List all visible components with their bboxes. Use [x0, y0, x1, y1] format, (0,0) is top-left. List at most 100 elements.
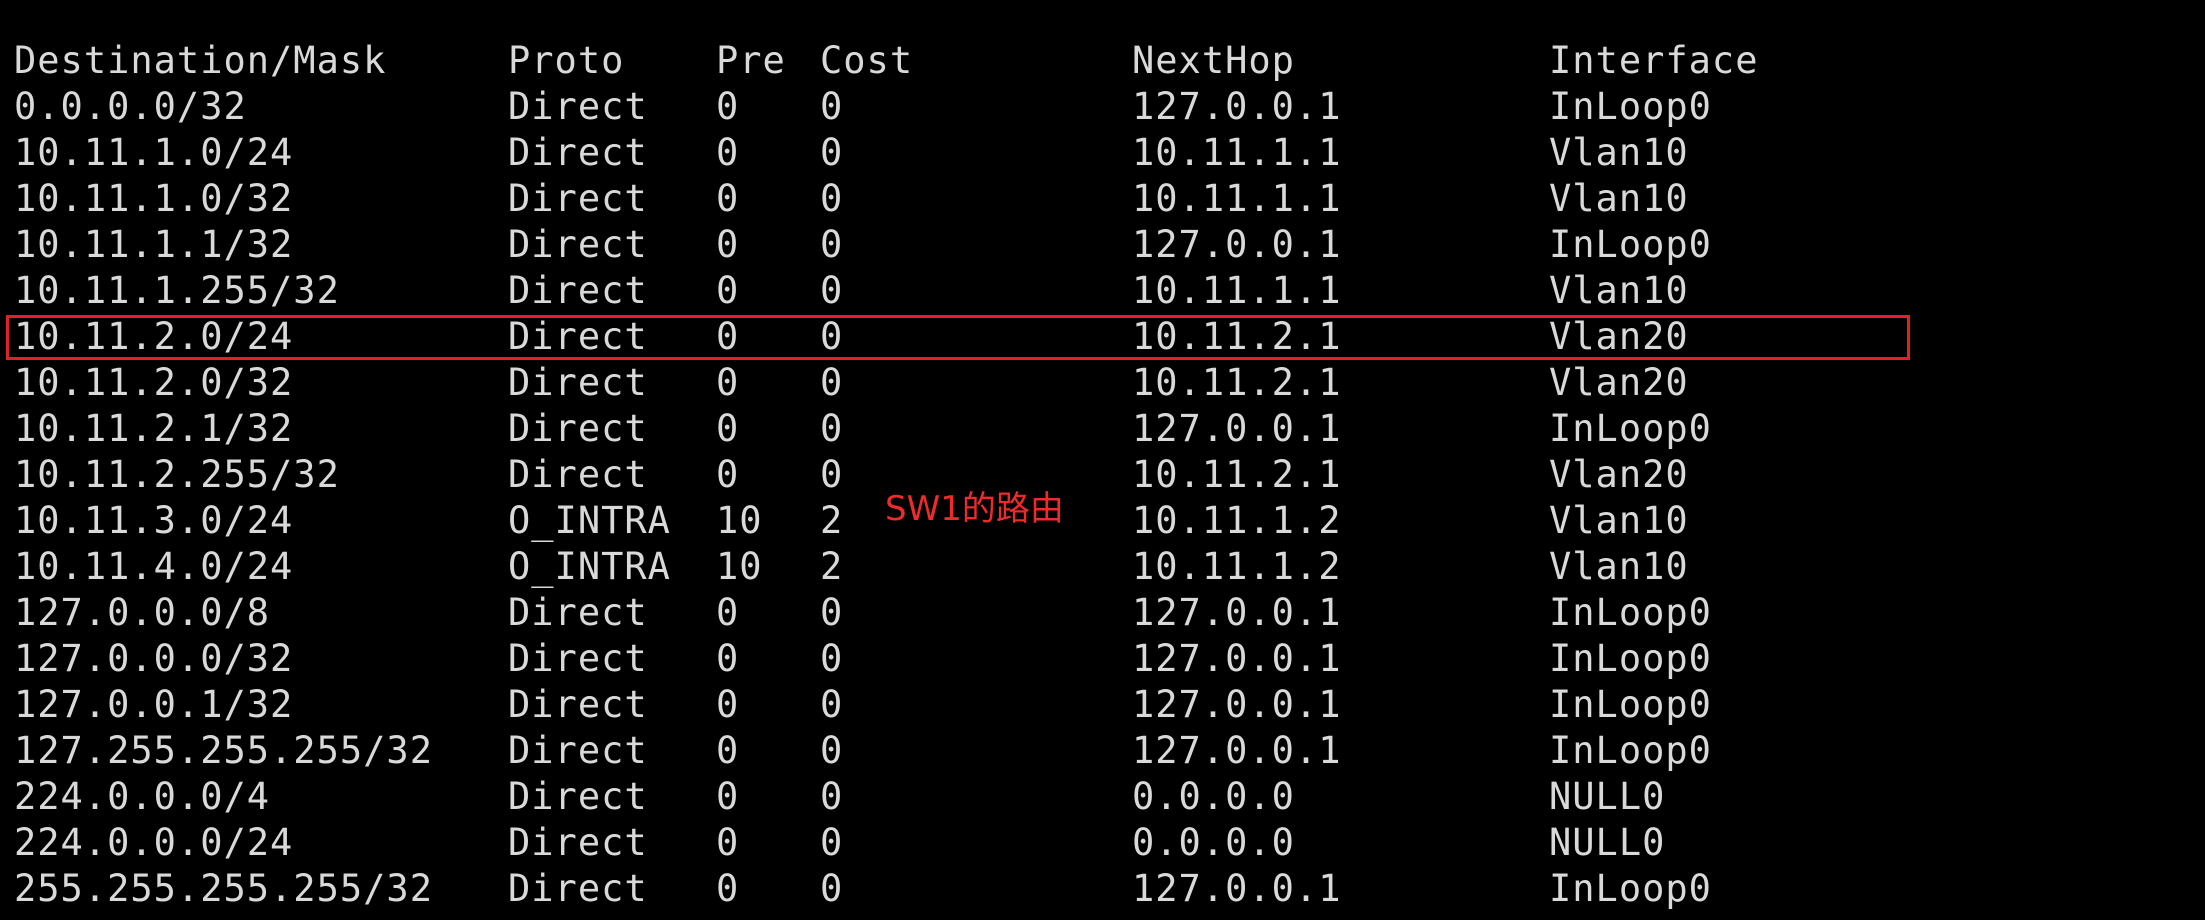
route-interface: Vlan20	[1549, 361, 1689, 404]
route-cost: 0	[820, 867, 844, 910]
route-proto: Direct	[508, 591, 648, 634]
header-nexthop: NextHop	[1132, 39, 1295, 82]
route-interface: InLoop0	[1549, 867, 1712, 910]
route-destination: 10.11.1.255/32	[14, 269, 340, 312]
route-nexthop: 127.0.0.1	[1132, 591, 1342, 634]
route-cost: 0	[820, 131, 844, 174]
route-row: 10.11.1.0/32 Direct 0 0 10.11.1.1 Vlan10	[14, 176, 1688, 222]
route-proto: Direct	[508, 729, 648, 772]
route-cost: 0	[820, 177, 844, 220]
terminal-window: Destination/Mask Proto Pre Cost NextHop …	[0, 0, 2205, 920]
route-nexthop: 10.11.1.2	[1132, 545, 1342, 588]
header-pre: Pre	[716, 39, 786, 82]
route-proto: Direct	[508, 867, 648, 910]
route-cost: 0	[820, 683, 844, 726]
route-interface: Vlan10	[1549, 131, 1689, 174]
route-cost: 0	[820, 85, 844, 128]
route-row: 224.0.0.0/24 Direct 0 0 0.0.0.0 NULL0	[14, 820, 1664, 866]
route-destination: 10.11.1.1/32	[14, 223, 294, 266]
route-pre: 0	[716, 821, 740, 864]
route-cost: 0	[820, 775, 844, 818]
highlight-box	[6, 315, 1910, 360]
header-proto: Proto	[508, 39, 625, 82]
route-row: 255.255.255.255/32 Direct 0 0 127.0.0.1 InLoo…	[14, 866, 1711, 912]
route-proto: Direct	[508, 177, 648, 220]
route-nexthop: 10.11.2.1	[1132, 453, 1342, 496]
route-destination: 127.255.255.255/32	[14, 729, 433, 772]
route-row: 10.11.2.255/32 Direct 0 0 10.11.2.1 Vlan20	[14, 452, 1688, 498]
route-interface: InLoop0	[1549, 683, 1712, 726]
route-destination: 10.11.3.0/24	[14, 499, 294, 542]
route-interface: InLoop0	[1549, 223, 1712, 266]
route-destination: 10.11.2.1/32	[14, 407, 294, 450]
route-nexthop: 127.0.0.1	[1132, 867, 1342, 910]
route-destination: 10.11.4.0/24	[14, 545, 294, 588]
route-pre: 10	[716, 545, 763, 588]
route-nexthop: 127.0.0.1	[1132, 683, 1342, 726]
route-row: 10.11.1.255/32 Direct 0 0 10.11.1.1 Vlan10	[14, 268, 1688, 314]
route-proto: Direct	[508, 453, 648, 496]
route-interface: NULL0	[1549, 775, 1666, 818]
route-nexthop: 127.0.0.1	[1132, 637, 1342, 680]
route-interface: InLoop0	[1549, 85, 1712, 128]
route-pre: 0	[716, 453, 740, 496]
route-proto: Direct	[508, 637, 648, 680]
route-row: 224.0.0.0/4 Direct 0 0 0.0.0.0 NULL0	[14, 774, 1664, 820]
route-nexthop: 0.0.0.0	[1132, 821, 1295, 864]
route-row: 127.0.0.0/32 Direct 0 0 127.0.0.1 InLoop0	[14, 636, 1711, 682]
route-row: 10.11.1.0/24 Direct 0 0 10.11.1.1 Vlan10	[14, 130, 1688, 176]
route-row: 127.0.0.0/8 Direct 0 0 127.0.0.1 InLoop0	[14, 590, 1711, 636]
route-pre: 0	[716, 223, 740, 266]
route-interface: InLoop0	[1549, 591, 1712, 634]
route-interface: Vlan10	[1549, 545, 1689, 588]
header-interface: Interface	[1549, 39, 1759, 82]
route-cost: 0	[820, 821, 844, 864]
route-row: 10.11.2.0/32 Direct 0 0 10.11.2.1 Vlan20	[14, 360, 1688, 406]
route-destination: 127.0.0.0/32	[14, 637, 294, 680]
route-interface: Vlan20	[1549, 453, 1689, 496]
header-destination-mask: Destination/Mask	[14, 39, 387, 82]
route-nexthop: 10.11.1.1	[1132, 269, 1342, 312]
route-proto: Direct	[508, 269, 648, 312]
header-cost: Cost	[820, 39, 914, 82]
route-pre: 0	[716, 867, 740, 910]
route-destination: 127.0.0.1/32	[14, 683, 294, 726]
route-pre: 0	[716, 729, 740, 772]
route-proto: Direct	[508, 683, 648, 726]
route-cost: 0	[820, 269, 844, 312]
route-row: 10.11.2.1/32 Direct 0 0 127.0.0.1 InLoop0	[14, 406, 1711, 452]
route-pre: 0	[716, 591, 740, 634]
route-nexthop: 10.11.1.1	[1132, 131, 1342, 174]
route-proto: Direct	[508, 131, 648, 174]
route-nexthop: 0.0.0.0	[1132, 775, 1295, 818]
route-nexthop: 127.0.0.1	[1132, 407, 1342, 450]
route-proto: O_INTRA	[508, 499, 671, 542]
route-row: 127.255.255.255/32 Direct 0 0 127.0.0.1 InLoo…	[14, 728, 1711, 774]
route-destination: 255.255.255.255/32	[14, 867, 433, 910]
route-nexthop: 10.11.1.1	[1132, 177, 1342, 220]
route-row: 10.11.3.0/24 O_INTRA 10 2 10.11.1.2 Vlan10	[14, 498, 1688, 544]
route-pre: 0	[716, 131, 740, 174]
route-interface: NULL0	[1549, 821, 1666, 864]
route-destination: 224.0.0.0/4	[14, 775, 271, 818]
route-cost: 0	[820, 223, 844, 266]
route-destination: 10.11.1.0/24	[14, 131, 294, 174]
route-interface: InLoop0	[1549, 637, 1712, 680]
route-cost: 2	[820, 545, 844, 588]
route-nexthop: 10.11.1.2	[1132, 499, 1342, 542]
route-row: 10.11.1.1/32 Direct 0 0 127.0.0.1 InLoop0	[14, 222, 1711, 268]
route-nexthop: 10.11.2.1	[1132, 361, 1342, 404]
route-row: 0.0.0.0/32 Direct 0 0 127.0.0.1 InLoop0	[14, 84, 1711, 130]
route-cost: 0	[820, 361, 844, 404]
route-proto: O_INTRA	[508, 545, 671, 588]
route-pre: 0	[716, 407, 740, 450]
route-interface: InLoop0	[1549, 407, 1712, 450]
route-cost: 0	[820, 729, 844, 772]
route-destination: 10.11.2.0/32	[14, 361, 294, 404]
route-rows: 0.0.0.0/32 Direct 0 0 127.0.0.1 InLoop0 10.11.…	[14, 84, 1711, 912]
route-destination: 0.0.0.0/32	[14, 85, 247, 128]
route-pre: 0	[716, 361, 740, 404]
route-interface: Vlan10	[1549, 269, 1689, 312]
route-pre: 10	[716, 499, 763, 542]
route-pre: 0	[716, 269, 740, 312]
